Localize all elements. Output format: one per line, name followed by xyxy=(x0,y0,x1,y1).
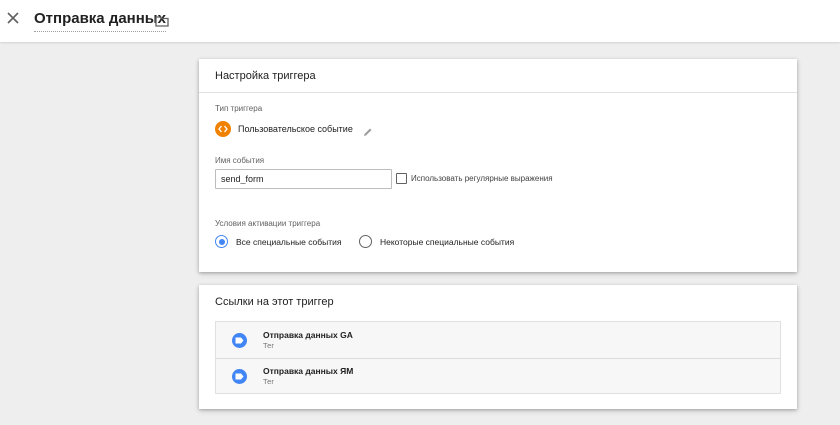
references-list: Отправка данных GA Тег Отправка данных Я… xyxy=(215,321,781,394)
trigger-type-value: Пользовательское событие xyxy=(238,124,353,134)
ref-subtitle: Тег xyxy=(263,377,275,386)
top-bar: Отправка данных xyxy=(0,0,840,42)
radio-some-events[interactable]: Некоторые специальные события xyxy=(359,235,514,248)
radio-button[interactable] xyxy=(359,235,372,248)
list-item[interactable]: Отправка данных ЯМ Тег xyxy=(216,358,780,394)
trigger-type-label: Тип триггера xyxy=(215,104,263,113)
close-icon[interactable] xyxy=(5,10,21,26)
card-title: Настройка триггера xyxy=(199,59,797,93)
event-name-input[interactable] xyxy=(215,169,392,189)
radio-all-events-label: Все специальные события xyxy=(236,236,342,247)
trigger-type-row: Пользовательское событие xyxy=(215,121,373,137)
card-title: Ссылки на этот триггер xyxy=(215,296,334,308)
radio-all-events[interactable]: Все специальные события xyxy=(215,235,342,248)
custom-event-icon xyxy=(215,121,231,137)
event-name-label: Имя события xyxy=(215,156,265,165)
regex-checkbox[interactable] xyxy=(396,173,407,184)
folder-icon[interactable] xyxy=(155,14,169,27)
trigger-config-card: Настройка триггера Тип триггера Пользова… xyxy=(199,59,797,272)
ref-subtitle: Тег xyxy=(263,340,275,350)
page-title[interactable]: Отправка данных xyxy=(34,10,166,32)
pencil-icon[interactable] xyxy=(363,124,373,136)
ref-title: Отправка данных ЯМ xyxy=(263,366,354,376)
regex-label: Использовать регулярные выражения xyxy=(411,174,553,183)
conditions-label: Условия активации триггера xyxy=(215,219,321,228)
tag-icon xyxy=(232,332,247,348)
list-item[interactable]: Отправка данных GA Тег xyxy=(216,322,780,358)
ref-title: Отправка данных GA xyxy=(263,329,353,340)
regex-option[interactable]: Использовать регулярные выражения xyxy=(396,173,553,184)
tag-icon xyxy=(232,369,247,384)
references-card: Ссылки на этот триггер Отправка данных G… xyxy=(199,285,797,409)
radio-some-events-label: Некоторые специальные события xyxy=(380,236,515,247)
radio-button-selected[interactable] xyxy=(215,235,228,248)
